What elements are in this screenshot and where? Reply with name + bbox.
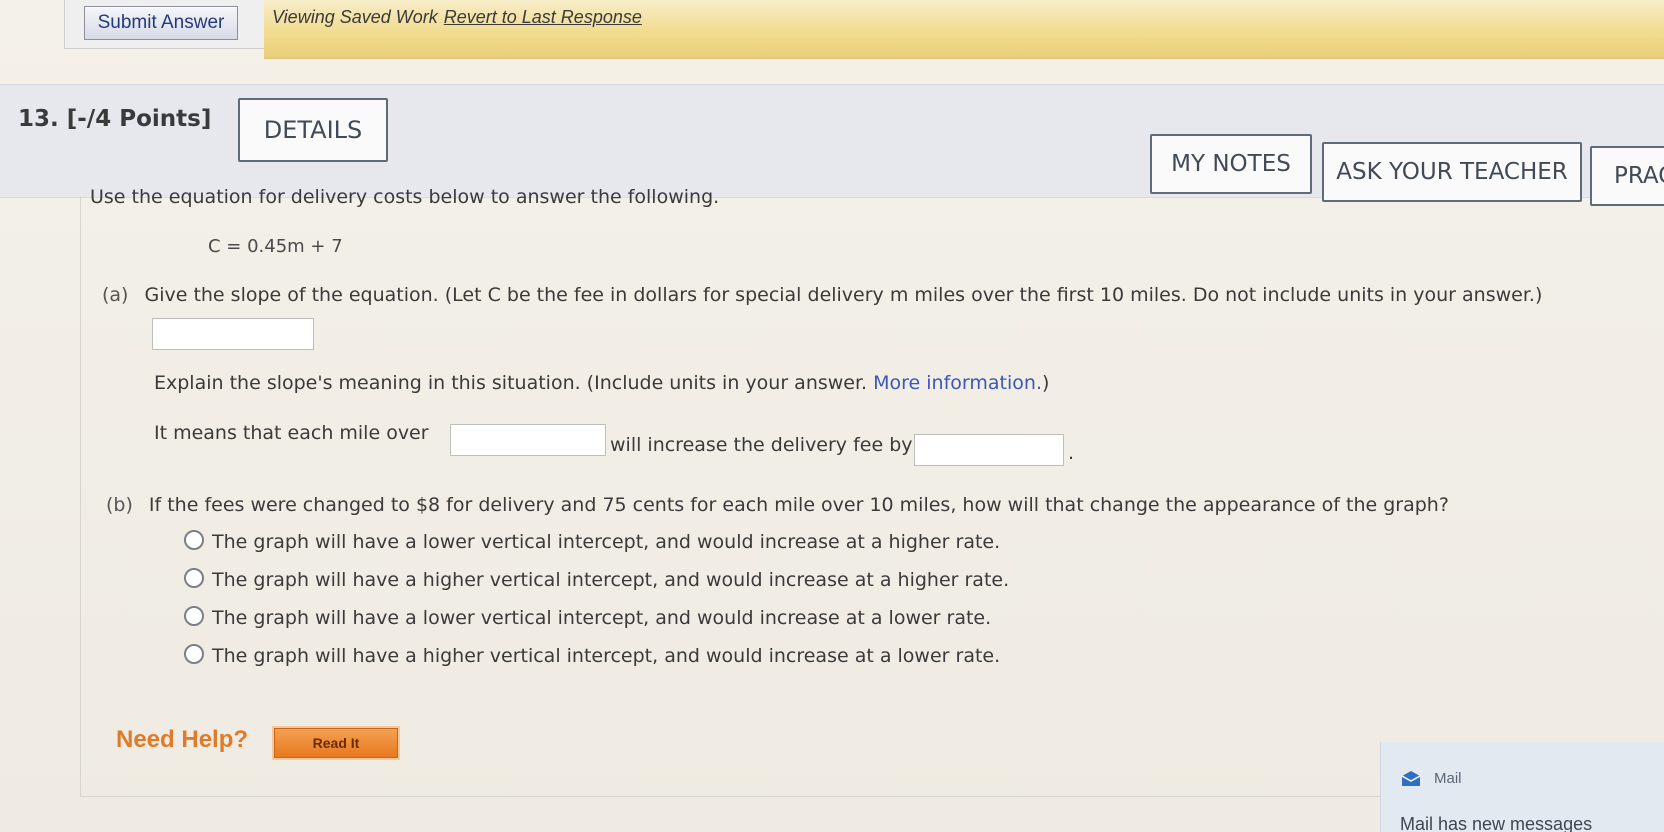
equation: C = 0.45m + 7 [208, 236, 343, 257]
read-it-button[interactable]: Read It [274, 728, 398, 758]
part-a-prompt: (a) Give the slope of the equation. (Let … [102, 284, 1542, 306]
will-increase-text: will increase the delivery fee by [610, 434, 913, 456]
option-label: The graph will have a lower vertical int… [212, 531, 1001, 553]
miles-over-input[interactable] [450, 424, 606, 456]
my-notes-button[interactable]: MY NOTES [1150, 134, 1312, 194]
radio-button-icon[interactable] [184, 606, 204, 626]
part-b-prompt: (b) If the fees were changed to $8 for de… [106, 494, 1449, 516]
option-label: The graph will have a higher vertical in… [212, 569, 1010, 591]
it-means-text: It means that each mile over [154, 422, 429, 444]
ask-your-teacher-button[interactable]: ASK YOUR TEACHER [1322, 142, 1582, 202]
option-3[interactable]: The graph will have a lower vertical int… [184, 606, 991, 629]
explain-prefix: Explain the slope's meaning in this situ… [154, 372, 868, 394]
period: . [1068, 442, 1075, 464]
saved-work-text: Viewing Saved Work Revert to Last Respons… [272, 7, 642, 28]
question-intro: Use the equation for delivery costs belo… [90, 186, 720, 208]
option-1[interactable]: The graph will have a lower vertical int… [184, 530, 1000, 553]
fee-increase-input[interactable] [914, 434, 1064, 466]
option-4[interactable]: The graph will have a higher vertical in… [184, 644, 1000, 667]
part-a-text: Give the slope of the equation. (Let C b… [144, 284, 1543, 306]
submit-answer-button[interactable]: Submit Answer [84, 6, 238, 40]
body-divider [80, 796, 1380, 797]
radio-button-icon[interactable] [184, 644, 204, 664]
need-help-label: Need Help? [116, 726, 249, 753]
option-label: The graph will have a higher vertical in… [212, 645, 1001, 667]
more-information-link[interactable]: More information. [873, 372, 1042, 394]
part-a-label: (a) [102, 284, 129, 306]
option-label: The graph will have a lower vertical int… [212, 607, 992, 629]
radio-button-icon[interactable] [184, 568, 204, 588]
question-number: 13. [-/4 Points] [18, 106, 212, 132]
option-2[interactable]: The graph will have a higher vertical in… [184, 568, 1009, 591]
part-b-label: (b) [106, 494, 133, 516]
revert-link[interactable]: Revert to Last Response [444, 7, 642, 27]
explain-suffix: ) [1041, 372, 1050, 394]
mail-message: Mail has new messages [1400, 814, 1593, 832]
page: Submit Answer Viewing Saved Work Revert t… [0, 0, 1664, 832]
radio-button-icon[interactable] [184, 530, 204, 550]
part-b-text: If the fees were changed to $8 for deliv… [148, 494, 1449, 516]
saved-work-label: Viewing Saved Work [272, 7, 438, 27]
explain-slope-text: Explain the slope's meaning in this situ… [154, 372, 1049, 394]
slope-input[interactable] [152, 318, 314, 350]
mail-icon [1401, 771, 1421, 786]
mail-app-name: Mail [1434, 770, 1462, 787]
details-button[interactable]: DETAILS [238, 98, 388, 162]
